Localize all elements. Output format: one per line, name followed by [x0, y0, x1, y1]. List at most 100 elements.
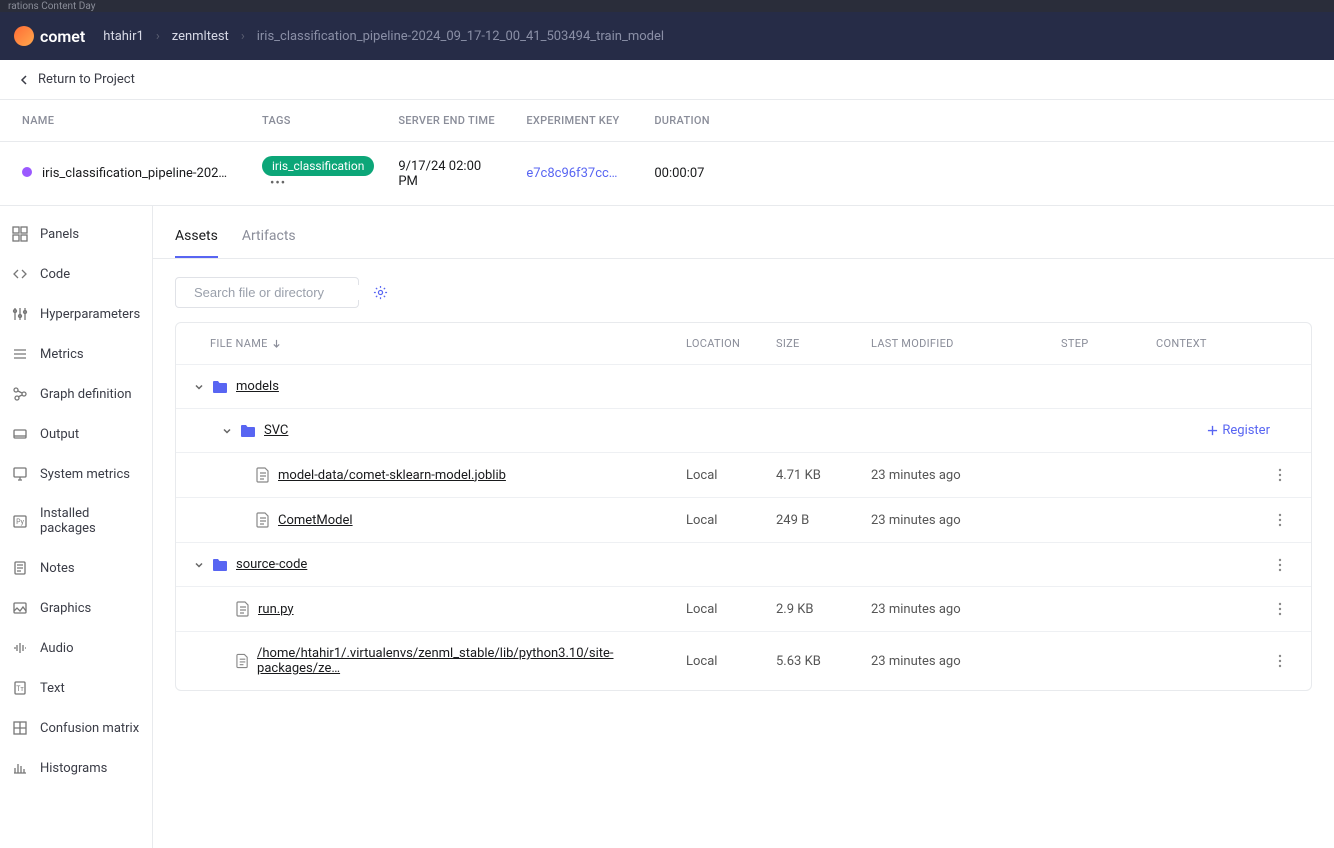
notes-icon	[12, 560, 28, 576]
sidebar-item-system-metrics[interactable]: System metrics	[0, 454, 152, 494]
folder-row[interactable]: models	[176, 364, 1311, 408]
sidebar-item-label: Hyperparameters	[40, 307, 140, 322]
crumb-experiment: iris_classification_pipeline-2024_09_17-…	[257, 29, 664, 44]
sidebar-item-label: Audio	[40, 641, 73, 656]
sidebar-item-confusion-matrix[interactable]: Confusion matrix	[0, 708, 152, 748]
col-size[interactable]: SIZE	[766, 337, 861, 350]
cell-modified: 23 minutes ago	[861, 513, 1051, 528]
histogram-icon	[12, 760, 28, 776]
search-input[interactable]	[194, 285, 370, 300]
main-layout: PanelsCode Hyperparameters Metrics Graph de…	[0, 206, 1334, 848]
cell-location: Local	[676, 513, 766, 528]
sidebar: PanelsCode Hyperparameters Metrics Graph de…	[0, 206, 153, 848]
col-location[interactable]: LOCATION	[676, 337, 766, 350]
folder-row[interactable]: source-code	[176, 542, 1311, 586]
col-modified[interactable]: LAST MODIFIED	[861, 337, 1051, 350]
file-name[interactable]: CometModel	[278, 513, 353, 528]
return-label: Return to Project	[38, 72, 135, 87]
tab-artifacts[interactable]: Artifacts	[242, 224, 296, 258]
tag-badge[interactable]: iris_classification	[262, 156, 374, 176]
svg-text:Py: Py	[16, 518, 24, 526]
experiment-duration: 00:00:07	[642, 142, 1334, 206]
folder-icon	[212, 380, 228, 394]
file-row[interactable]: /home/htahir1/.virtualenvs/zenml_stable/…	[176, 631, 1311, 690]
file-row[interactable]: CometModelLocal249 B23 minutes ago	[176, 497, 1311, 542]
experiment-row[interactable]: iris_classification_pipeline-202… iris_c…	[0, 142, 1334, 206]
cell-modified: 23 minutes ago	[861, 654, 1051, 669]
folder-name[interactable]: models	[236, 379, 279, 394]
col-context[interactable]: CONTEXT	[1146, 337, 1236, 350]
experiment-name: iris_classification_pipeline-202…	[42, 166, 227, 181]
sidebar-item-installed-packages[interactable]: Py Installed packages	[0, 494, 152, 548]
more-vertical-icon[interactable]	[1278, 513, 1282, 527]
chevron-right-icon: ›	[241, 29, 245, 44]
cell-size: 5.63 KB	[766, 654, 861, 669]
sidebar-item-label: Metrics	[40, 347, 84, 362]
register-button[interactable]: Register	[1207, 423, 1270, 438]
more-tags-icon[interactable]: •••	[270, 176, 286, 191]
chevron-down-icon[interactable]	[194, 382, 204, 392]
cell-modified: 23 minutes ago	[861, 602, 1051, 617]
file-icon	[256, 467, 270, 483]
content-tabs: Assets Artifacts	[153, 224, 1334, 259]
sidebar-item-label: Installed packages	[40, 506, 140, 536]
col-dur: DURATION	[642, 100, 1334, 142]
package-icon: Py	[12, 513, 28, 529]
sidebar-item-audio[interactable]: Audio	[0, 628, 152, 668]
experiment-endtime: 9/17/24 02:00 PM	[386, 142, 514, 206]
cell-location: Local	[676, 602, 766, 617]
file-row[interactable]: model-data/comet-sklearn-model.joblib Loc…	[176, 452, 1311, 497]
metrics-icon	[12, 346, 28, 362]
more-vertical-icon[interactable]	[1278, 654, 1282, 668]
more-vertical-icon[interactable]	[1278, 558, 1282, 572]
return-to-project[interactable]: Return to Project	[0, 60, 1334, 100]
sidebar-item-code[interactable]: Code	[0, 254, 152, 294]
matrix-icon	[12, 720, 28, 736]
chevron-left-icon	[18, 74, 30, 86]
breadcrumb: htahir1 › zenmltest › iris_classificatio…	[103, 29, 664, 44]
experiment-key[interactable]: e7c8c96f37cc…	[526, 166, 617, 181]
col-step[interactable]: STEP	[1051, 337, 1146, 350]
audio-icon	[12, 640, 28, 656]
file-table-header: FILE NAME LOCATION SIZE LAST MODIFIED ST…	[176, 323, 1311, 364]
graph-icon	[12, 386, 28, 402]
sidebar-item-output[interactable]: Output	[0, 414, 152, 454]
col-filename[interactable]: FILE NAME	[176, 337, 676, 350]
file-name[interactable]: /home/htahir1/.virtualenvs/zenml_stable/…	[257, 646, 666, 676]
system-icon	[12, 466, 28, 482]
sidebar-item-metrics[interactable]: Metrics	[0, 334, 152, 374]
window-chrome: rations Content Day	[0, 0, 1334, 12]
col-key: EXPERIMENT KEY	[514, 100, 642, 142]
folder-name[interactable]: SVC	[264, 423, 288, 438]
folder-name[interactable]: source-code	[236, 557, 307, 572]
cell-location: Local	[676, 468, 766, 483]
col-name: NAME	[0, 100, 250, 142]
more-vertical-icon[interactable]	[1278, 602, 1282, 616]
sidebar-item-label: System metrics	[40, 467, 130, 482]
cell-size: 2.9 KB	[766, 602, 861, 617]
crumb-project[interactable]: zenmltest	[172, 29, 229, 44]
gear-icon[interactable]	[373, 285, 388, 300]
folder-icon	[240, 424, 256, 438]
folder-row[interactable]: SVC Register	[176, 408, 1311, 452]
sidebar-item-graphics[interactable]: Graphics	[0, 588, 152, 628]
file-name[interactable]: model-data/comet-sklearn-model.joblib	[278, 468, 506, 483]
brand-logo[interactable]: comet	[14, 26, 85, 46]
sidebar-item-graph-definition[interactable]: Graph definition	[0, 374, 152, 414]
file-row[interactable]: run.py Local2.9 KB23 minutes ago	[176, 586, 1311, 631]
more-vertical-icon[interactable]	[1278, 468, 1282, 482]
chevron-down-icon[interactable]	[222, 426, 232, 436]
file-icon	[236, 601, 250, 617]
sidebar-item-text[interactable]: TтText	[0, 668, 152, 708]
sidebar-item-panels[interactable]: Panels	[0, 214, 152, 254]
sidebar-item-histograms[interactable]: Histograms	[0, 748, 152, 788]
file-name[interactable]: run.py	[258, 602, 294, 617]
code-icon	[12, 266, 28, 282]
sidebar-item-hyperparameters[interactable]: Hyperparameters	[0, 294, 152, 334]
chevron-down-icon[interactable]	[194, 560, 204, 570]
cell-size: 4.71 KB	[766, 468, 861, 483]
crumb-workspace[interactable]: htahir1	[103, 29, 144, 44]
tab-assets[interactable]: Assets	[175, 224, 218, 258]
output-icon	[12, 426, 28, 442]
sidebar-item-notes[interactable]: Notes	[0, 548, 152, 588]
